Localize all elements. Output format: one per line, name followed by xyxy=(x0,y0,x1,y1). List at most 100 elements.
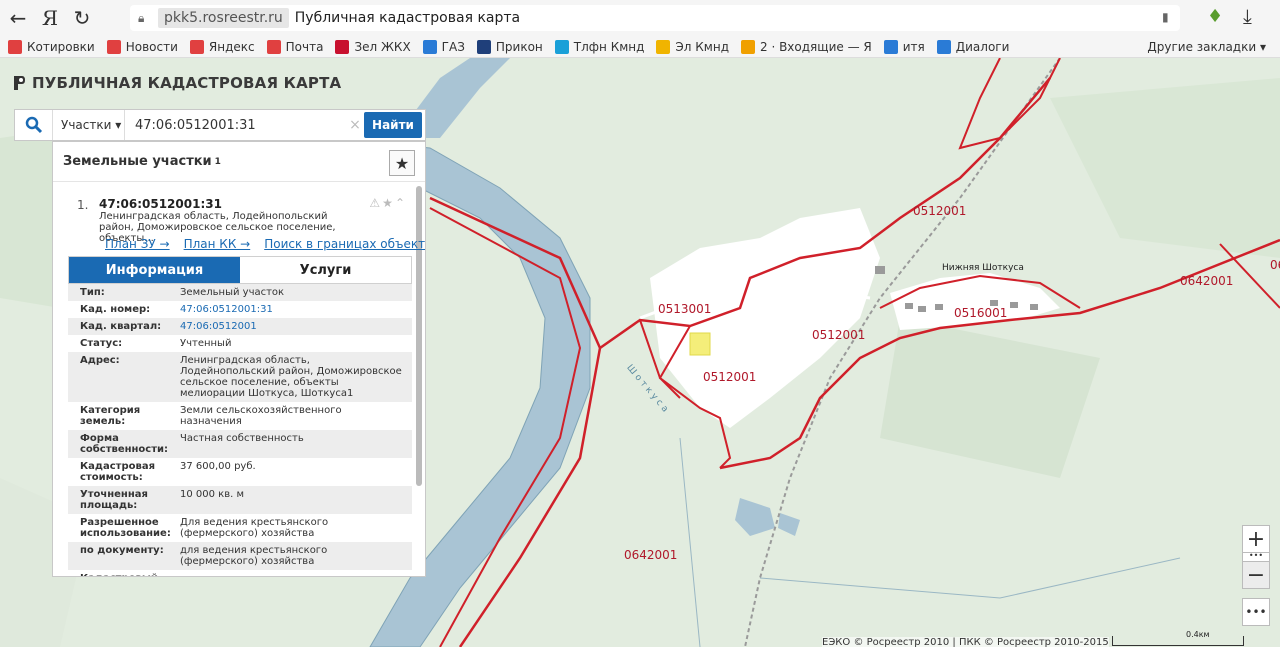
site-title: ПУБЛИЧНАЯ КАДАСТРОВАЯ КАРТА xyxy=(12,74,341,92)
address-bar[interactable]: 🔒︎ pkk5.rosreestr.ru Публичная кадастров… xyxy=(130,5,1180,31)
info-value: для ведения крестьянского (фермерского) … xyxy=(180,545,328,567)
tab-information[interactable]: Информация xyxy=(69,257,240,283)
bookmark-item[interactable]: Яндекс xyxy=(189,39,255,54)
yandex-home-icon[interactable]: Я xyxy=(36,4,64,32)
info-row: Тип: Земельный участок xyxy=(68,284,412,301)
bookmark-label: Диалоги xyxy=(955,39,1010,54)
bookmark-label: Котировки xyxy=(27,39,95,54)
info-value: Ленинградская область, Лодейнопольский р… xyxy=(180,355,402,399)
bookmark-item[interactable]: Эл Кмнд xyxy=(656,39,729,54)
bookmark-item[interactable]: Зел ЖКХ xyxy=(335,39,411,54)
info-value: Частная собственность xyxy=(180,433,304,444)
clear-search-icon[interactable]: × xyxy=(346,117,364,133)
bookmark-favicon-icon xyxy=(883,39,898,54)
info-row: Статус: Учтенный xyxy=(68,335,412,352)
find-button[interactable]: Найти xyxy=(364,112,422,138)
quarter-label[interactable]: 0513001 xyxy=(658,302,711,316)
bookmark-favicon-icon xyxy=(554,39,569,54)
result-title[interactable]: 47:06:0512001:31 xyxy=(99,197,222,211)
place-label: Нижняя Шоткуса xyxy=(942,263,1024,273)
logo-icon xyxy=(14,76,25,90)
info-row: Разрешенное использование: Для ведения кр… xyxy=(68,514,412,542)
bookmark-label: Прикон xyxy=(495,39,543,54)
favorites-star-icon[interactable]: ★ xyxy=(389,150,415,176)
bookmark-favicon-icon xyxy=(936,39,951,54)
results-scrollbar[interactable] xyxy=(416,186,422,486)
plan-zu-link[interactable]: План ЗУ → xyxy=(105,237,170,251)
plan-kk-link[interactable]: План КК → xyxy=(184,237,251,251)
reload-icon[interactable]: ↻ xyxy=(68,4,96,32)
info-key: Кад. номер: xyxy=(80,304,151,315)
bookmark-favicon-icon xyxy=(476,39,491,54)
bookmark-item[interactable]: 2 · Входящие — Я xyxy=(741,39,872,54)
bookmark-favicon-icon xyxy=(422,39,437,54)
results-count: 1 xyxy=(214,156,221,167)
other-bookmarks[interactable]: Другие закладки ▾ xyxy=(1147,40,1266,54)
bookmark-page-icon[interactable]: ▮ xyxy=(1162,10,1169,24)
info-value: 10 000 кв. м xyxy=(180,489,245,500)
extension-icon[interactable]: ♦ xyxy=(1207,6,1223,27)
info-key: Адрес: xyxy=(80,355,120,366)
info-table: Тип: Земельный участок Кад. номер: 47:06:05… xyxy=(68,284,412,576)
bookmark-item[interactable]: Прикон xyxy=(476,39,543,54)
bookmark-favicon-icon xyxy=(335,39,350,54)
search-type-select[interactable]: Участки ▾ xyxy=(53,110,125,140)
address-domain: pkk5.rosreestr.ru xyxy=(158,8,289,28)
download-icon[interactable]: ⤓ xyxy=(1243,4,1252,28)
bookmark-item[interactable]: Почта xyxy=(266,39,324,54)
zoom-levels-icon[interactable]: ••• xyxy=(1242,552,1270,561)
quarter-label[interactable]: 0642001 xyxy=(624,548,677,562)
bookmark-item[interactable]: Новости xyxy=(106,39,178,54)
bookmark-label: Зел ЖКХ xyxy=(354,39,411,54)
result-links: План ЗУ → План КК → Поиск в границах объ… xyxy=(105,237,425,251)
result-tools-icons[interactable]: ⚠★⌃ xyxy=(369,196,407,210)
info-key: Уточненная площадь: xyxy=(80,489,148,511)
search-bar: Участки ▾ × Найти xyxy=(14,109,426,141)
tab-services[interactable]: Услуги xyxy=(240,257,411,283)
search-input[interactable] xyxy=(125,110,346,140)
quarter-label[interactable]: 06 xyxy=(1270,258,1280,272)
quarter-label[interactable]: 0512001 xyxy=(913,204,966,218)
bookmark-label: Почта xyxy=(285,39,324,54)
info-value: Земли сельскохозяйственного назначения xyxy=(180,405,342,427)
site-title-text: ПУБЛИЧНАЯ КАДАСТРОВАЯ КАРТА xyxy=(32,74,342,92)
back-icon[interactable]: ← xyxy=(4,4,32,32)
result-index: 1. xyxy=(77,198,89,212)
results-heading: Земельные участки 1 xyxy=(53,142,425,182)
quarter-label[interactable]: 0512001 xyxy=(812,328,865,342)
bookmark-item[interactable]: Диалоги xyxy=(936,39,1010,54)
info-value[interactable]: 47:06:0512001 xyxy=(180,321,412,332)
quarter-label[interactable]: 0512001 xyxy=(703,370,756,384)
zoom-out-button[interactable]: − xyxy=(1242,561,1270,589)
info-key: по документу: xyxy=(80,545,164,556)
bookmark-favicon-icon xyxy=(656,39,671,54)
bookmark-label: Новости xyxy=(125,39,178,54)
info-row: Уточненная площадь: 10 000 кв. м xyxy=(68,486,412,514)
results-heading-text: Земельные участки xyxy=(63,154,212,169)
info-row: Адрес: Ленинградская область, Лодейнополь… xyxy=(68,352,412,402)
bookmark-favicon-icon xyxy=(189,39,204,54)
quarter-label[interactable]: 0516001 xyxy=(954,306,1007,320)
info-key: Тип: xyxy=(80,287,105,298)
bookmark-item[interactable]: ГАЗ xyxy=(422,39,465,54)
bookmark-label: Эл Кмнд xyxy=(675,39,729,54)
quarter-label[interactable]: 0642001 xyxy=(1180,274,1233,288)
info-value[interactable]: 47:06:0512001:31 xyxy=(180,304,412,315)
more-options-button[interactable]: ••• xyxy=(1242,598,1270,626)
search-in-bounds-link[interactable]: Поиск в границах объекта → xyxy=(264,237,425,251)
bookmark-label: итя xyxy=(902,39,925,54)
info-row: по документу: для ведения крестьянского (… xyxy=(68,542,412,570)
bookmark-item[interactable]: Котировки xyxy=(8,39,95,54)
scale-bar xyxy=(1112,636,1244,646)
bookmark-item[interactable]: итя xyxy=(883,39,925,54)
bookmark-favicon-icon xyxy=(8,39,22,54)
bookmark-item[interactable]: Тлфн Кмнд xyxy=(554,39,644,54)
search-icon[interactable] xyxy=(15,110,53,140)
bookmark-label: 2 · Входящие — Я xyxy=(760,39,872,54)
lock-icon: 🔒︎ xyxy=(138,11,145,25)
info-key: Кадастровый xyxy=(68,573,180,576)
zoom-in-button[interactable]: + xyxy=(1242,525,1270,553)
bookmarks-bar: Котировки Новости Яндекс Почта Зел ЖКХ ГАЗ При… xyxy=(0,36,1280,58)
info-row: Форма собственности: Частная собственност… xyxy=(68,430,412,458)
bookmark-favicon-icon xyxy=(741,39,755,54)
